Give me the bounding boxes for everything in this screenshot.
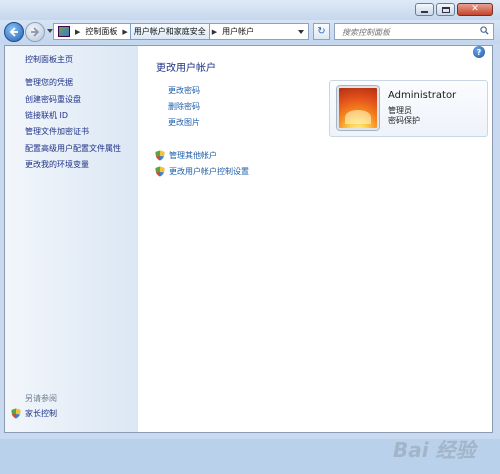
- help-icon: ?: [476, 47, 482, 57]
- sidebar-item-manage-credentials[interactable]: 管理您的凭据: [25, 77, 73, 88]
- flower-picture-glow: [345, 110, 371, 124]
- search-input[interactable]: [340, 25, 474, 40]
- search-icon[interactable]: [480, 26, 489, 35]
- navigation-bar: ▶ 控制面板 ▶ 用户帐户和家庭安全 ▶ 用户帐户 ↻: [0, 20, 500, 44]
- sidebar-item-password-reset-disk[interactable]: 创建密码重设盘: [25, 94, 81, 105]
- change-password-link[interactable]: 更改密码: [168, 85, 200, 96]
- baidu-watermark: Bai 经验: [393, 438, 476, 462]
- close-button[interactable]: ✕: [457, 3, 493, 16]
- back-button[interactable]: [4, 22, 24, 42]
- breadcrumb-separator-icon[interactable]: ▶: [120, 28, 129, 36]
- uac-settings-label: 更改用户帐户控制设置: [169, 167, 249, 176]
- forward-arrow-icon: [31, 27, 40, 37]
- search-box[interactable]: [334, 23, 494, 40]
- content-area: 控制面板主页 管理您的凭据 创建密码重设盘 链接联机 ID 管理文件加密证书 配…: [4, 45, 493, 462]
- change-picture-link[interactable]: 更改图片: [168, 117, 200, 128]
- refresh-icon: ↻: [317, 26, 326, 37]
- address-dropdown-icon[interactable]: [298, 30, 304, 34]
- page-title: 更改用户帐户: [156, 63, 216, 74]
- address-bar[interactable]: ▶ 控制面板 ▶ 用户帐户和家庭安全 ▶ 用户帐户: [53, 23, 309, 40]
- breadcrumb-separator-icon[interactable]: ▶: [210, 28, 219, 36]
- minimize-button[interactable]: [415, 3, 434, 16]
- minimize-icon: [421, 11, 428, 13]
- parental-controls-label: 家长控制: [25, 409, 57, 418]
- control-panel-icon: [58, 26, 70, 37]
- breadcrumb-user-accounts-family-safety[interactable]: 用户帐户和家庭安全: [129, 23, 210, 40]
- sidebar-item-file-encryption-certificates[interactable]: 管理文件加密证书: [25, 126, 89, 137]
- sidebar-item-link-online-id[interactable]: 链接联机 ID: [25, 110, 68, 121]
- breadcrumb-control-panel[interactable]: 控制面板: [82, 24, 120, 39]
- password-protection-status: 密码保护: [388, 116, 420, 125]
- uac-shield-icon: [155, 150, 165, 161]
- title-bar: ✕: [0, 0, 500, 20]
- close-icon: ✕: [471, 4, 479, 14]
- refresh-button[interactable]: ↻: [313, 23, 330, 40]
- task-pane: 控制面板主页 管理您的凭据 创建密码重设盘 链接联机 ID 管理文件加密证书 配…: [5, 46, 138, 432]
- user-account-card: Administrator 管理员 密码保护: [329, 80, 488, 137]
- sidebar-item-environment-variables[interactable]: 更改我的环境变量: [25, 159, 89, 170]
- forward-button[interactable]: [25, 22, 45, 42]
- user-name: Administrator: [388, 90, 457, 101]
- manage-other-accounts-link[interactable]: 管理其他帐户: [155, 150, 217, 161]
- breadcrumb-separator-icon: ▶: [75, 27, 81, 36]
- help-button[interactable]: ?: [473, 46, 485, 58]
- explorer-window: ✕ ▶ 控制面板 ▶ 用户帐户和家庭安全 ▶ 用户帐户 ↻ 控制面板主页: [0, 0, 500, 462]
- maximize-icon: [441, 6, 450, 13]
- shield-icon: [11, 408, 21, 419]
- user-avatar[interactable]: [337, 86, 379, 130]
- back-arrow-icon: [9, 27, 18, 37]
- uac-shield-icon: [155, 166, 165, 177]
- sidebar-item-control-panel-home[interactable]: 控制面板主页: [25, 54, 73, 65]
- window-controls: ✕: [415, 3, 493, 16]
- maximize-button[interactable]: [436, 3, 455, 16]
- remove-password-link[interactable]: 删除密码: [168, 101, 200, 112]
- breadcrumb-user-accounts[interactable]: 用户帐户: [219, 24, 257, 39]
- sidebar-item-parental-controls[interactable]: 家长控制: [11, 408, 57, 419]
- uac-settings-link[interactable]: 更改用户帐户控制设置: [155, 166, 249, 177]
- sidebar-item-advanced-profile-properties[interactable]: 配置高级用户配置文件属性: [25, 143, 121, 154]
- see-also-label: 另请参阅: [25, 394, 57, 403]
- manage-other-accounts-label: 管理其他帐户: [169, 151, 217, 160]
